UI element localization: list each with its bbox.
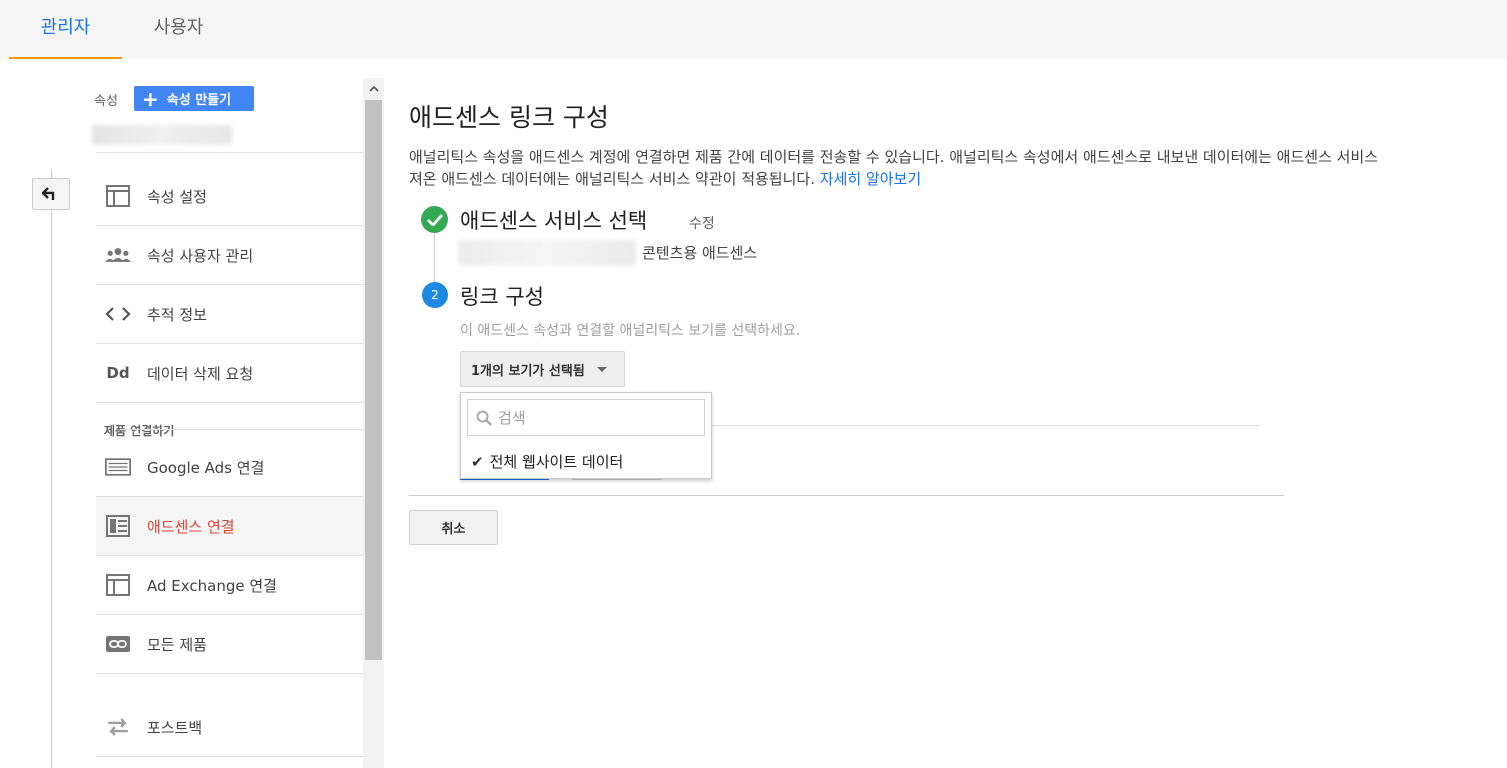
step1-edit-link[interactable]: 수정 — [689, 213, 715, 233]
sidebar-item-label: 추적 정보 — [147, 305, 207, 324]
caret-down-icon — [596, 366, 607, 372]
checkmark-icon: ✔ — [471, 452, 484, 471]
property-name-redacted — [92, 125, 232, 145]
postback-icon — [105, 714, 131, 740]
sidebar-item-ad-exchange[interactable]: Ad Exchange 연결 — [96, 556, 363, 614]
sidebar-item-adsense[interactable]: 애드센스 연결 — [96, 497, 363, 555]
section-heading: 제품 연결하기 — [104, 424, 175, 438]
sidebar-item-google-ads[interactable]: Google Ads 연결 — [96, 438, 363, 496]
sidebar-item-label: Google Ads 연결 — [147, 458, 265, 477]
checkmark-icon — [426, 213, 443, 226]
plus-icon: + — [142, 86, 159, 111]
search-field — [467, 399, 705, 436]
view-option-label: 전체 웹사이트 데이터 — [489, 453, 624, 471]
sidebar-item-label: 데이터 삭제 요청 — [147, 364, 254, 383]
step1-title: 애드센스 서비스 선택 — [460, 209, 648, 233]
step-complete-icon — [421, 206, 448, 233]
users-icon — [105, 242, 131, 268]
ads-icon — [105, 454, 131, 480]
divider — [700, 425, 1260, 426]
divider — [96, 673, 363, 674]
adsense-icon — [105, 513, 131, 539]
description-line-2-text: 져온 애드센스 데이터에는 애널리틱스 서비스 약관이 적용됩니다. — [409, 170, 815, 188]
description-line-2: 져온 애드센스 데이터에는 애널리틱스 서비스 약관이 적용됩니다. 자세히 알… — [409, 168, 1507, 190]
divider — [96, 756, 363, 757]
sidebar-item-postback[interactable]: 포스트백 — [96, 698, 363, 756]
code-icon — [105, 301, 131, 327]
step2-description: 이 애드센스 속성과 연결할 애널리틱스 보기를 선택하세요. — [460, 323, 801, 339]
dd-icon: Dd — [106, 364, 130, 382]
create-property-label: 속성 만들기 — [166, 93, 232, 108]
step2-number-badge: 2 — [422, 282, 448, 308]
divider — [96, 402, 363, 403]
property-label: 속성 — [94, 94, 118, 109]
step2-title: 링크 구성 — [460, 285, 544, 309]
cancel-button[interactable]: 취소 — [409, 510, 498, 545]
divider — [409, 495, 1284, 496]
sidebar-item-tracking-info[interactable]: 추적 정보 — [96, 285, 363, 343]
view-select-label: 1개의 보기가 선택됨 — [471, 363, 585, 379]
scrollbar-thumb[interactable] — [365, 100, 382, 660]
sidebar-item-label: 속성 설정 — [147, 187, 207, 206]
learn-more-link[interactable]: 자세히 알아보기 — [820, 170, 921, 188]
sidebar-item-data-deletion[interactable]: Dd 데이터 삭제 요청 — [96, 344, 363, 402]
scroll-up-button[interactable] — [363, 78, 384, 99]
layout-icon — [105, 183, 131, 209]
back-arrow-icon — [42, 187, 55, 200]
sidebar-item-label: 포스트백 — [147, 718, 203, 737]
chevron-up-icon — [368, 85, 379, 92]
view-option-all-website-data[interactable]: ✔ 전체 웹사이트 데이터 — [471, 451, 623, 472]
sidebar-item-label: Ad Exchange 연결 — [147, 576, 277, 595]
hierarchy-line — [51, 170, 52, 768]
divider — [120, 429, 363, 430]
view-select-dropdown[interactable]: 1개의 보기가 선택됨 — [460, 351, 625, 387]
back-button[interactable] — [32, 178, 70, 210]
create-property-button[interactable]: + 속성 만들기 — [134, 86, 254, 111]
page-title: 애드센스 링크 구성 — [409, 103, 609, 132]
sidebar-item-label: 속성 사용자 관리 — [147, 246, 254, 265]
link-icon — [105, 631, 131, 657]
tab-user[interactable]: 사용자 — [122, 0, 235, 59]
description-line-1: 애널리틱스 속성을 애드센스 계정에 연결하면 제품 간에 데이터를 전송할 수… — [409, 148, 1379, 166]
sidebar-item-property-settings[interactable]: 속성 설정 — [96, 167, 363, 225]
sidebar-item-user-management[interactable]: 속성 사용자 관리 — [96, 226, 363, 284]
divider — [96, 152, 363, 153]
left-strip — [0, 59, 96, 768]
top-tab-bar: 관리자 사용자 — [0, 0, 1507, 59]
search-icon — [476, 410, 492, 426]
step1-subtitle: 콘텐츠용 애드센스 — [642, 244, 758, 262]
sidebar-item-all-products[interactable]: 모든 제품 — [96, 615, 363, 673]
page-description: 애널리틱스 속성을 애드센스 계정에 연결하면 제품 간에 데이터를 전송할 수… — [409, 146, 1507, 190]
sidebar-item-label: 애드센스 연결 — [147, 517, 235, 536]
view-select-panel: ✔ 전체 웹사이트 데이터 — [460, 392, 712, 479]
step-connector — [434, 232, 435, 286]
adsense-account-redacted — [458, 240, 636, 266]
sidebar-item-label: 모든 제품 — [147, 635, 207, 654]
search-input[interactable] — [498, 408, 698, 427]
tab-admin[interactable]: 관리자 — [9, 0, 122, 59]
layout-icon — [105, 572, 131, 598]
